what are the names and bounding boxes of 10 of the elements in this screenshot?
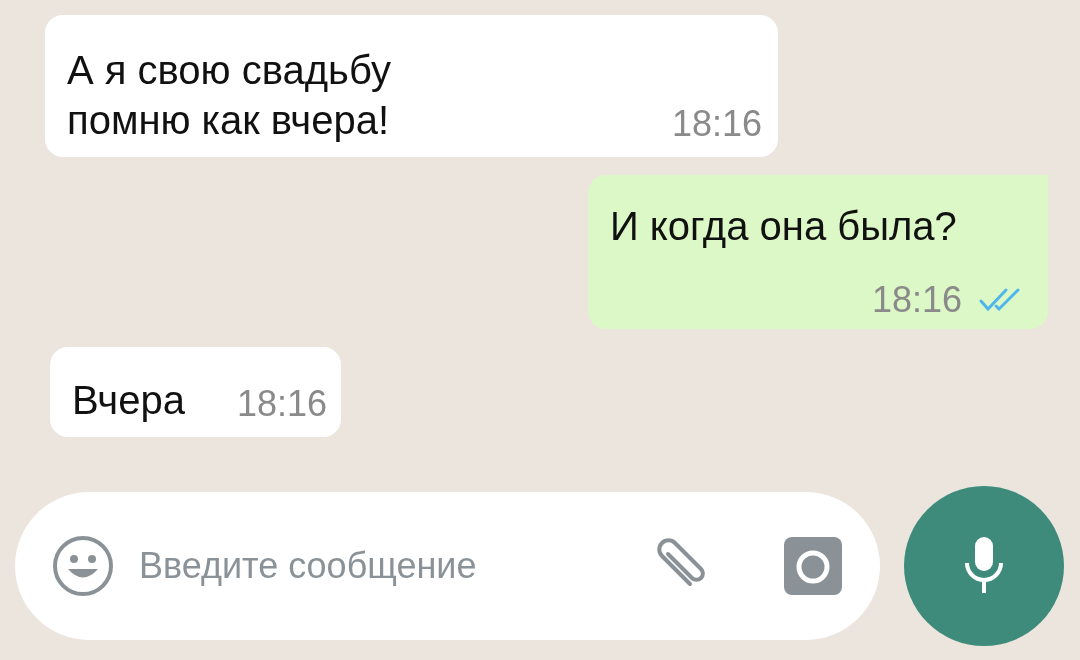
- message-text: А я свою свадьбу помню как вчера!: [67, 47, 391, 144]
- message-text: И когда она была?: [610, 203, 958, 250]
- message-text: Вчера: [72, 377, 185, 424]
- message-input-bar[interactable]: Введите сообщение: [15, 492, 880, 640]
- smiley-icon[interactable]: [51, 534, 115, 598]
- message-time: 18:16: [671, 103, 762, 145]
- message-input-field[interactable]: Введите сообщение: [137, 544, 624, 588]
- message-time: 18:16: [236, 383, 328, 425]
- message-time: 18:16: [871, 279, 962, 321]
- camera-icon[interactable]: [782, 535, 844, 597]
